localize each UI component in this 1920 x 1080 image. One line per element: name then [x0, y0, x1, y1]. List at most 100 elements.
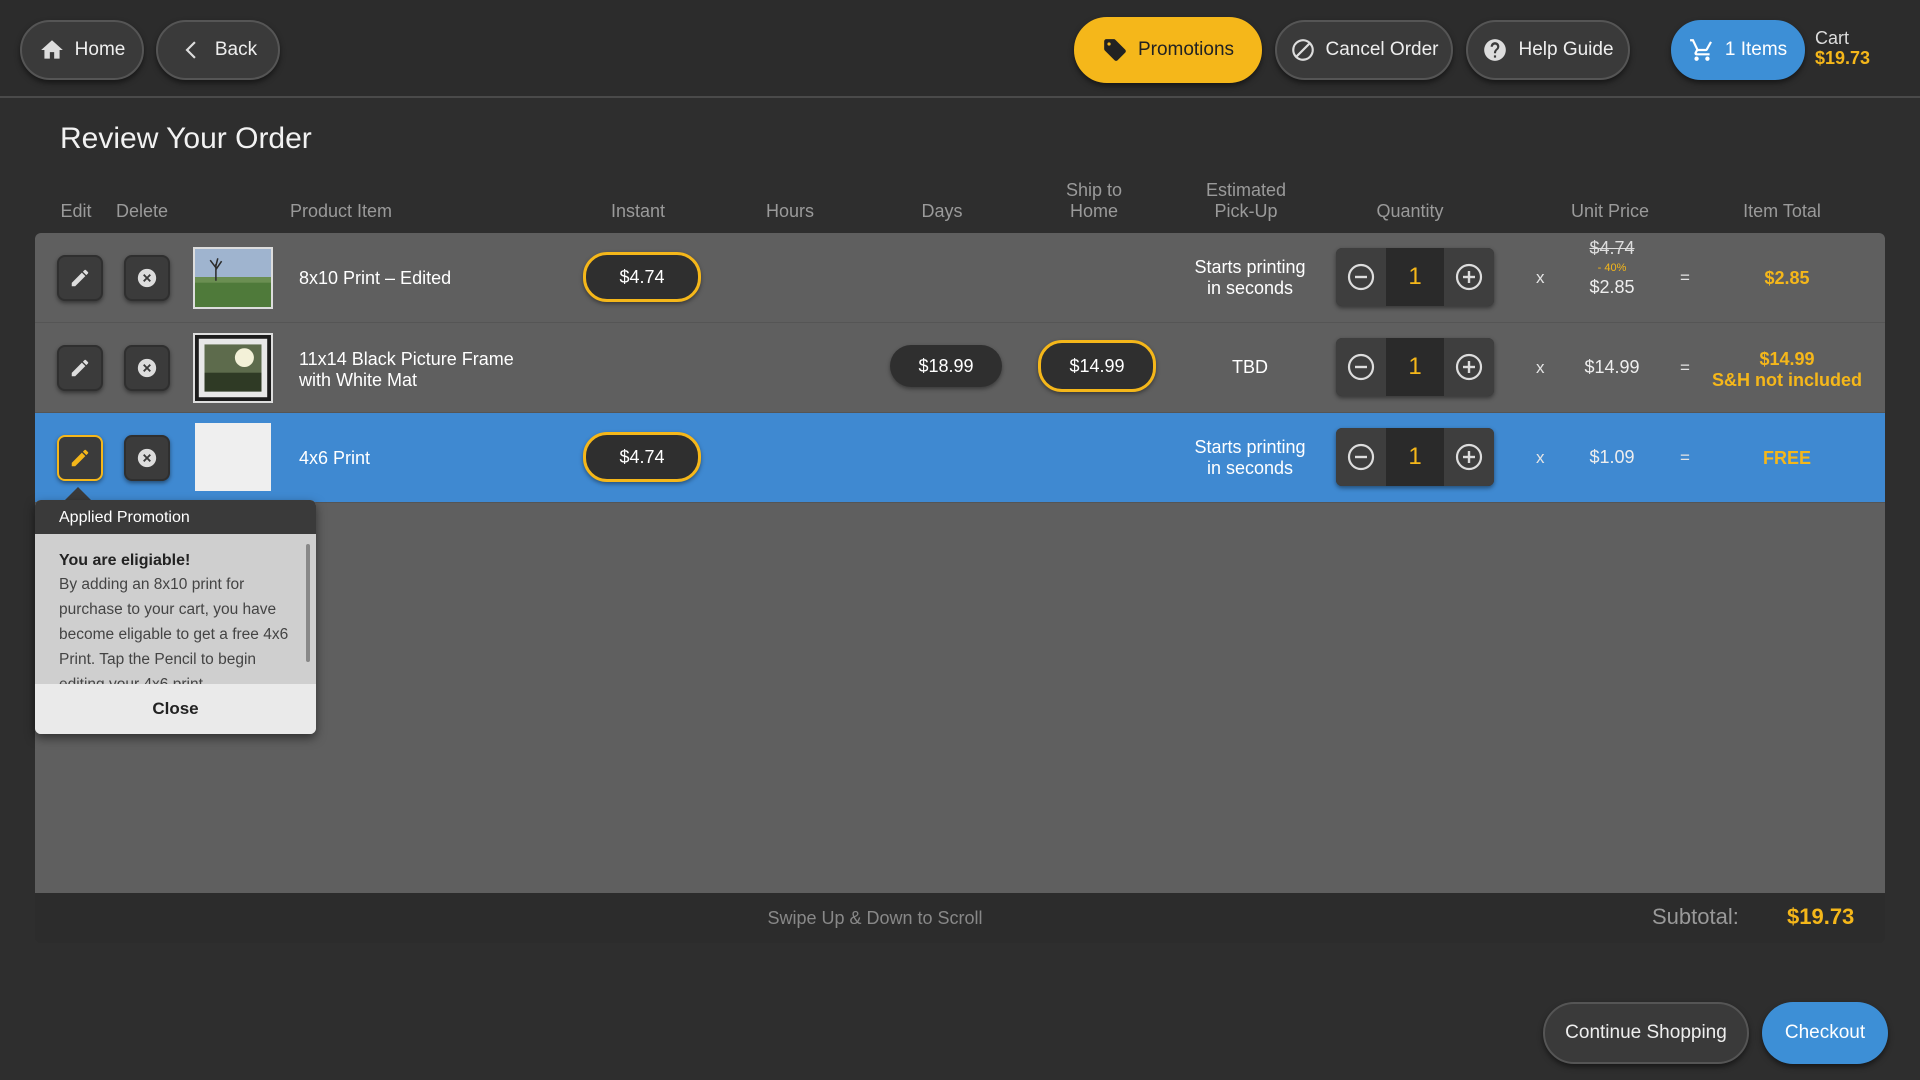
item-total-line2: S&H not included: [1712, 370, 1862, 390]
scroll-hint: Swipe Up & Down to Scroll: [35, 908, 1885, 929]
cancel-order-label: Cancel Order: [1325, 39, 1439, 60]
edit-button[interactable]: [57, 345, 103, 391]
popover-text: By adding an 8x10 print for purchase to …: [59, 576, 289, 684]
ban-icon: [1291, 39, 1314, 61]
close-circle-icon: [137, 358, 157, 378]
subtotal-bar: Swipe Up & Down to Scroll Subtotal: $19.…: [35, 893, 1885, 943]
checkout-button[interactable]: Checkout: [1762, 1002, 1888, 1064]
product-thumbnail-placeholder: [195, 423, 271, 491]
popover-close-button[interactable]: Close: [35, 684, 316, 734]
decrease-quantity-button[interactable]: [1336, 248, 1386, 306]
scroll-hint-text: Swipe Up & Down to Scroll: [767, 908, 983, 928]
page-title: Review Your Order: [60, 122, 312, 155]
pencil-icon: [71, 359, 89, 377]
col-hours: Hours: [765, 201, 814, 221]
back-button[interactable]: Back: [156, 20, 280, 80]
popover-headline: You are eligiable!: [59, 552, 191, 569]
ship-to-home-price-button[interactable]: $14.99: [1038, 340, 1156, 392]
popover-scrollbar[interactable]: [306, 544, 310, 662]
unit-price-value: $1.09: [1589, 447, 1635, 467]
subtotal-value: $19.73: [1787, 904, 1855, 929]
cart-button[interactable]: 1 Items: [1671, 20, 1805, 80]
edit-button[interactable]: [57, 435, 103, 481]
delete-button[interactable]: [124, 255, 170, 301]
equals-sign: =: [1680, 448, 1690, 467]
delete-button[interactable]: [124, 345, 170, 391]
cart-label: Cart: [1815, 28, 1850, 48]
pickup-line1: Starts printing: [1194, 257, 1306, 277]
decrease-quantity-button[interactable]: [1336, 428, 1386, 486]
question-icon: [1484, 39, 1507, 61]
plus-circle-icon: [1455, 353, 1483, 381]
minus-circle-icon: [1347, 353, 1375, 381]
cancel-order-button[interactable]: Cancel Order: [1275, 20, 1453, 80]
instant-price-button[interactable]: $4.74: [583, 252, 701, 302]
applied-promotion-popover: Applied Promotion You are eligiable! By …: [35, 500, 316, 734]
item-total: $2.85: [1702, 268, 1872, 289]
equals-sign: =: [1680, 358, 1690, 377]
product-name-line1: 4x6 Print: [299, 448, 371, 468]
col-edit: Edit: [60, 201, 92, 221]
cart-amount: $19.73: [1815, 48, 1871, 68]
instant-price-button[interactable]: $4.74: [583, 432, 701, 482]
popover-title: Applied Promotion: [35, 500, 316, 534]
product-thumbnail: [193, 333, 273, 403]
col-days: Days: [921, 201, 963, 221]
col-product: Product Item: [290, 201, 393, 221]
times-sign: x: [1536, 448, 1545, 467]
pickup-line2: in seconds: [1206, 458, 1294, 478]
chevron-left-icon: [185, 41, 196, 59]
help-guide-label: Help Guide: [1518, 39, 1614, 60]
home-icon: [40, 40, 63, 59]
increase-quantity-button[interactable]: [1444, 248, 1494, 306]
item-total-line1: FREE: [1762, 448, 1811, 468]
col-delete: Delete: [115, 201, 169, 221]
decrease-quantity-button[interactable]: [1336, 338, 1386, 396]
continue-shopping-button[interactable]: Continue Shopping: [1543, 1002, 1749, 1064]
top-bar: Home Back Promotions Cancel Order Help G…: [0, 0, 1920, 98]
popover-body[interactable]: You are eligiable! By adding an 8x10 pri…: [35, 534, 316, 684]
minus-circle-icon: [1347, 443, 1375, 471]
cart-summary: Cart $19.73: [1815, 28, 1870, 68]
help-guide-button[interactable]: Help Guide: [1466, 20, 1630, 80]
pickup-line1: TBD: [1232, 357, 1268, 377]
unit-original-price: $4.74: [1589, 238, 1635, 258]
days-price-button[interactable]: $18.99: [890, 345, 1002, 387]
item-total: FREE: [1702, 448, 1872, 469]
delete-button[interactable]: [124, 435, 170, 481]
promotions-button[interactable]: Promotions: [1074, 17, 1262, 83]
increase-quantity-button[interactable]: [1444, 428, 1494, 486]
times-sign: x: [1536, 268, 1545, 287]
times-sign: x: [1536, 358, 1545, 377]
col-ship-to-home: Ship to Home: [1044, 180, 1144, 222]
table-row-selected[interactable]: 4x6 Print $4.74 Starts printing in secon…: [35, 413, 1885, 503]
home-button[interactable]: Home: [20, 20, 144, 80]
item-total-line1: $14.99: [1759, 349, 1815, 369]
quantity-stepper: 1: [1336, 338, 1494, 396]
close-circle-icon: [137, 268, 157, 288]
quantity-value: 1: [1386, 428, 1444, 486]
table-row[interactable]: 8x10 Print – Edited $4.74 Starts printin…: [35, 233, 1885, 323]
tag-icon: [1104, 39, 1126, 61]
table-row[interactable]: 11x14 Black Picture Frame with White Mat…: [35, 323, 1885, 413]
quantity-value: 1: [1386, 248, 1444, 306]
minus-circle-icon: [1347, 263, 1375, 291]
pickup-estimate: Starts printing in seconds: [1175, 257, 1325, 299]
col-pickup-line1: Estimated: [1205, 180, 1287, 200]
cart-icon: [1689, 39, 1712, 61]
col-quantity: Quantity: [1376, 201, 1444, 221]
col-instant: Instant: [610, 201, 666, 221]
unit-price: $14.99: [1567, 357, 1657, 378]
quantity-stepper: 1: [1336, 248, 1494, 306]
popover-arrow: [64, 487, 92, 501]
increase-quantity-button[interactable]: [1444, 338, 1494, 396]
pencil-icon: [71, 449, 89, 467]
col-ship-line1: Ship to: [1065, 180, 1123, 200]
col-pickup: Estimated Pick-Up: [1196, 180, 1296, 222]
pickup-line2: in seconds: [1206, 278, 1294, 298]
back-label: Back: [214, 39, 258, 60]
equals-sign: =: [1680, 268, 1690, 287]
col-unit-price: Unit Price: [1570, 201, 1650, 221]
edit-button[interactable]: [57, 255, 103, 301]
unit-discount: - 40%: [1597, 262, 1627, 274]
